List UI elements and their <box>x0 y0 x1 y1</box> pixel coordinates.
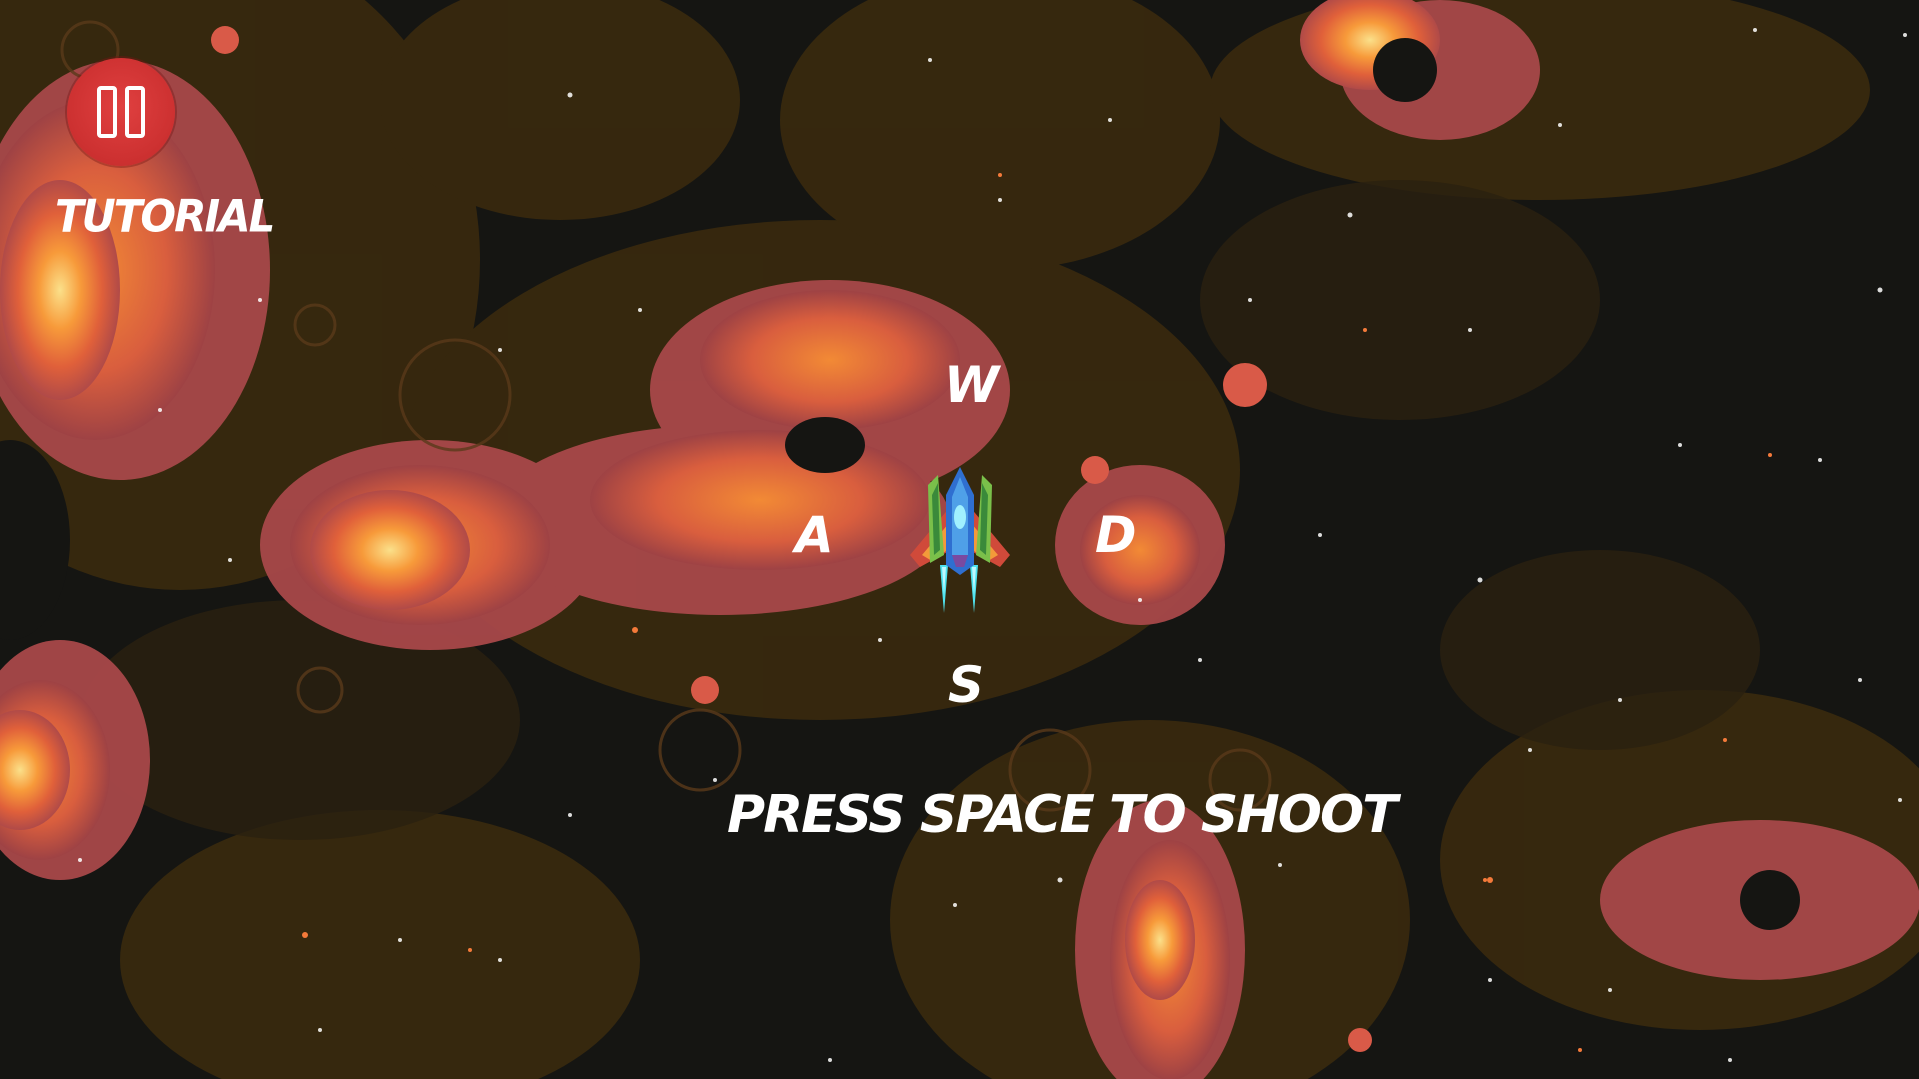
key-right-hint: D <box>1095 506 1137 564</box>
key-up-hint: W <box>944 356 999 414</box>
tutorial-label: TUTORIAL <box>55 190 275 243</box>
key-left-hint: A <box>795 506 834 564</box>
game-stage: TUTORIAL W A D S PRESS SPACE TO SHOOT <box>0 0 1919 1079</box>
shoot-instruction: PRESS SPACE TO SHOOT <box>727 785 1398 845</box>
key-down-hint: S <box>948 656 984 714</box>
player-spaceship <box>910 467 1010 613</box>
pause-icon <box>97 86 145 138</box>
pause-button[interactable] <box>67 58 175 166</box>
